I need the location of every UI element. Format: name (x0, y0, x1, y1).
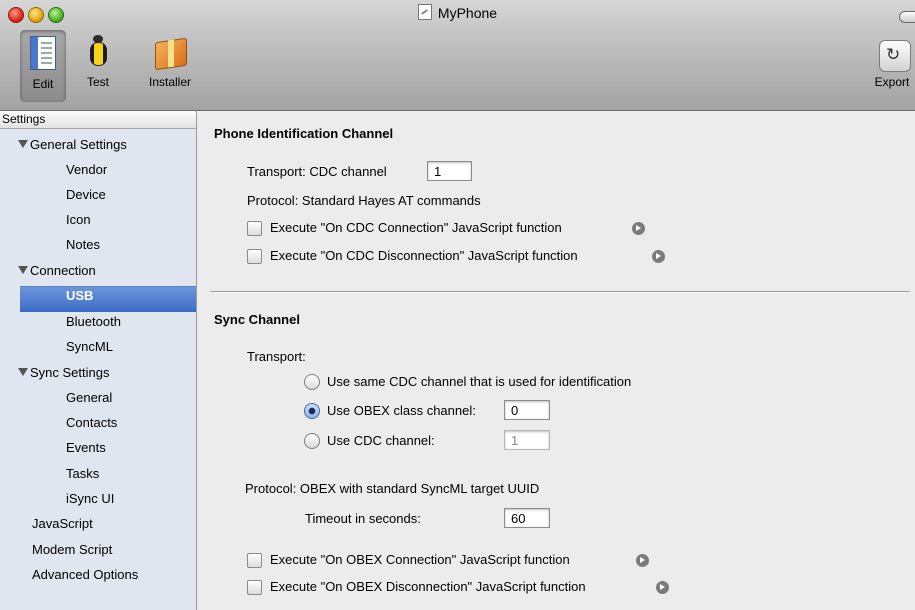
export-icon (879, 40, 911, 72)
disclosure-triangle-icon[interactable] (18, 368, 28, 376)
disclosure-triangle-icon[interactable] (18, 266, 28, 274)
settings-sidebar: Settings General Settings Vendor Device … (0, 111, 197, 610)
test-label: Test (86, 75, 109, 89)
disclosure-triangle-icon[interactable] (18, 140, 28, 148)
cdc-channel-label[interactable]: Use CDC channel: (327, 433, 435, 448)
sidebar-item-javascript[interactable]: JavaScript (32, 511, 93, 536)
cdc-channel-radio[interactable] (304, 433, 320, 449)
cdc-channel-field[interactable]: 1 (427, 161, 472, 181)
package-icon (155, 37, 187, 71)
sidebar-group-sync-settings[interactable]: Sync Settings (18, 360, 110, 385)
timeout-label: Timeout in seconds: (305, 511, 421, 526)
sidebar-group-connection[interactable]: Connection (18, 258, 96, 283)
bug-icon (90, 42, 107, 66)
phone-id-transport-label: Transport: CDC channel (247, 164, 387, 179)
document-icon (417, 4, 432, 20)
obex-disconnection-checkbox[interactable] (247, 580, 262, 595)
cdc-connection-go-icon[interactable] (632, 222, 645, 235)
cdc-connection-checkbox[interactable] (247, 221, 262, 236)
sidebar-header[interactable]: Settings (0, 111, 196, 129)
sidebar-item-general[interactable]: General (66, 385, 112, 410)
timeout-field[interactable]: 60 (504, 508, 550, 528)
sync-transport-label: Transport: (247, 349, 306, 364)
cdc-disconnection-go-icon[interactable] (652, 250, 665, 263)
obex-channel-label[interactable]: Use OBEX class channel: (327, 403, 476, 418)
phone-id-heading: Phone Identification Channel (214, 126, 394, 141)
sync-heading: Sync Channel (214, 312, 300, 327)
window-title-text: MyPhone (437, 5, 498, 21)
sidebar-label: General Settings (30, 137, 127, 152)
cdc-disconnection-label[interactable]: Execute "On CDC Disconnection" JavaScrip… (270, 248, 578, 263)
installer-label: Installer (148, 75, 192, 89)
sidebar-item-syncml[interactable]: SyncML (66, 334, 113, 359)
obex-connection-checkbox[interactable] (247, 553, 262, 568)
app-window: MyPhone Edit Test Installer Export Setti… (0, 0, 915, 610)
sidebar-item-vendor[interactable]: Vendor (66, 157, 107, 182)
edit-toolbar-button[interactable]: Edit (20, 30, 66, 102)
sidebar-item-notes[interactable]: Notes (66, 232, 100, 257)
sidebar-item-tasks[interactable]: Tasks (66, 461, 99, 486)
settings-panel: Phone Identification Channel Transport: … (197, 111, 915, 610)
sidebar-item-advanced-options[interactable]: Advanced Options (32, 562, 138, 587)
obex-connection-label[interactable]: Execute "On OBEX Connection" JavaScript … (270, 552, 570, 567)
test-toolbar-button[interactable]: Test (78, 34, 118, 89)
title-toolbar: MyPhone Edit Test Installer Export (0, 0, 915, 111)
sidebar-item-bluetooth[interactable]: Bluetooth (66, 309, 121, 334)
sidebar-item-events[interactable]: Events (66, 435, 106, 460)
section-divider (210, 291, 910, 292)
obex-channel-radio[interactable] (304, 403, 320, 419)
sidebar-item-icon[interactable]: Icon (66, 207, 91, 232)
same-cdc-label[interactable]: Use same CDC channel that is used for id… (327, 374, 631, 389)
same-cdc-radio[interactable] (304, 374, 320, 390)
export-label: Export (874, 75, 910, 89)
obex-disconnection-go-icon[interactable] (656, 581, 669, 594)
cdc-disconnection-checkbox[interactable] (247, 249, 262, 264)
installer-toolbar-button[interactable]: Installer (138, 34, 202, 89)
sync-protocol: Protocol: OBEX with standard SyncML targ… (245, 481, 540, 496)
export-toolbar-button[interactable]: Export (866, 34, 915, 89)
window-title: MyPhone (0, 4, 915, 21)
toolbar-toggle-button[interactable] (899, 11, 915, 23)
edit-icon (30, 36, 56, 70)
obex-connection-go-icon[interactable] (636, 554, 649, 567)
sidebar-item-isync-ui[interactable]: iSync UI (66, 486, 114, 511)
obex-channel-field[interactable]: 0 (504, 400, 550, 420)
sidebar-item-usb[interactable]: USB (66, 283, 93, 308)
sidebar-item-device[interactable]: Device (66, 182, 106, 207)
obex-disconnection-label[interactable]: Execute "On OBEX Disconnection" JavaScri… (270, 579, 586, 594)
edit-label: Edit (32, 77, 54, 91)
sidebar-item-contacts[interactable]: Contacts (66, 410, 117, 435)
sidebar-group-general-settings[interactable]: General Settings (18, 132, 127, 157)
sidebar-item-modem-script[interactable]: Modem Script (32, 537, 112, 562)
cdc-connection-label[interactable]: Execute "On CDC Connection" JavaScript f… (270, 220, 562, 235)
phone-id-protocol: Protocol: Standard Hayes AT commands (247, 193, 481, 208)
sync-cdc-channel-field[interactable]: 1 (504, 430, 550, 450)
